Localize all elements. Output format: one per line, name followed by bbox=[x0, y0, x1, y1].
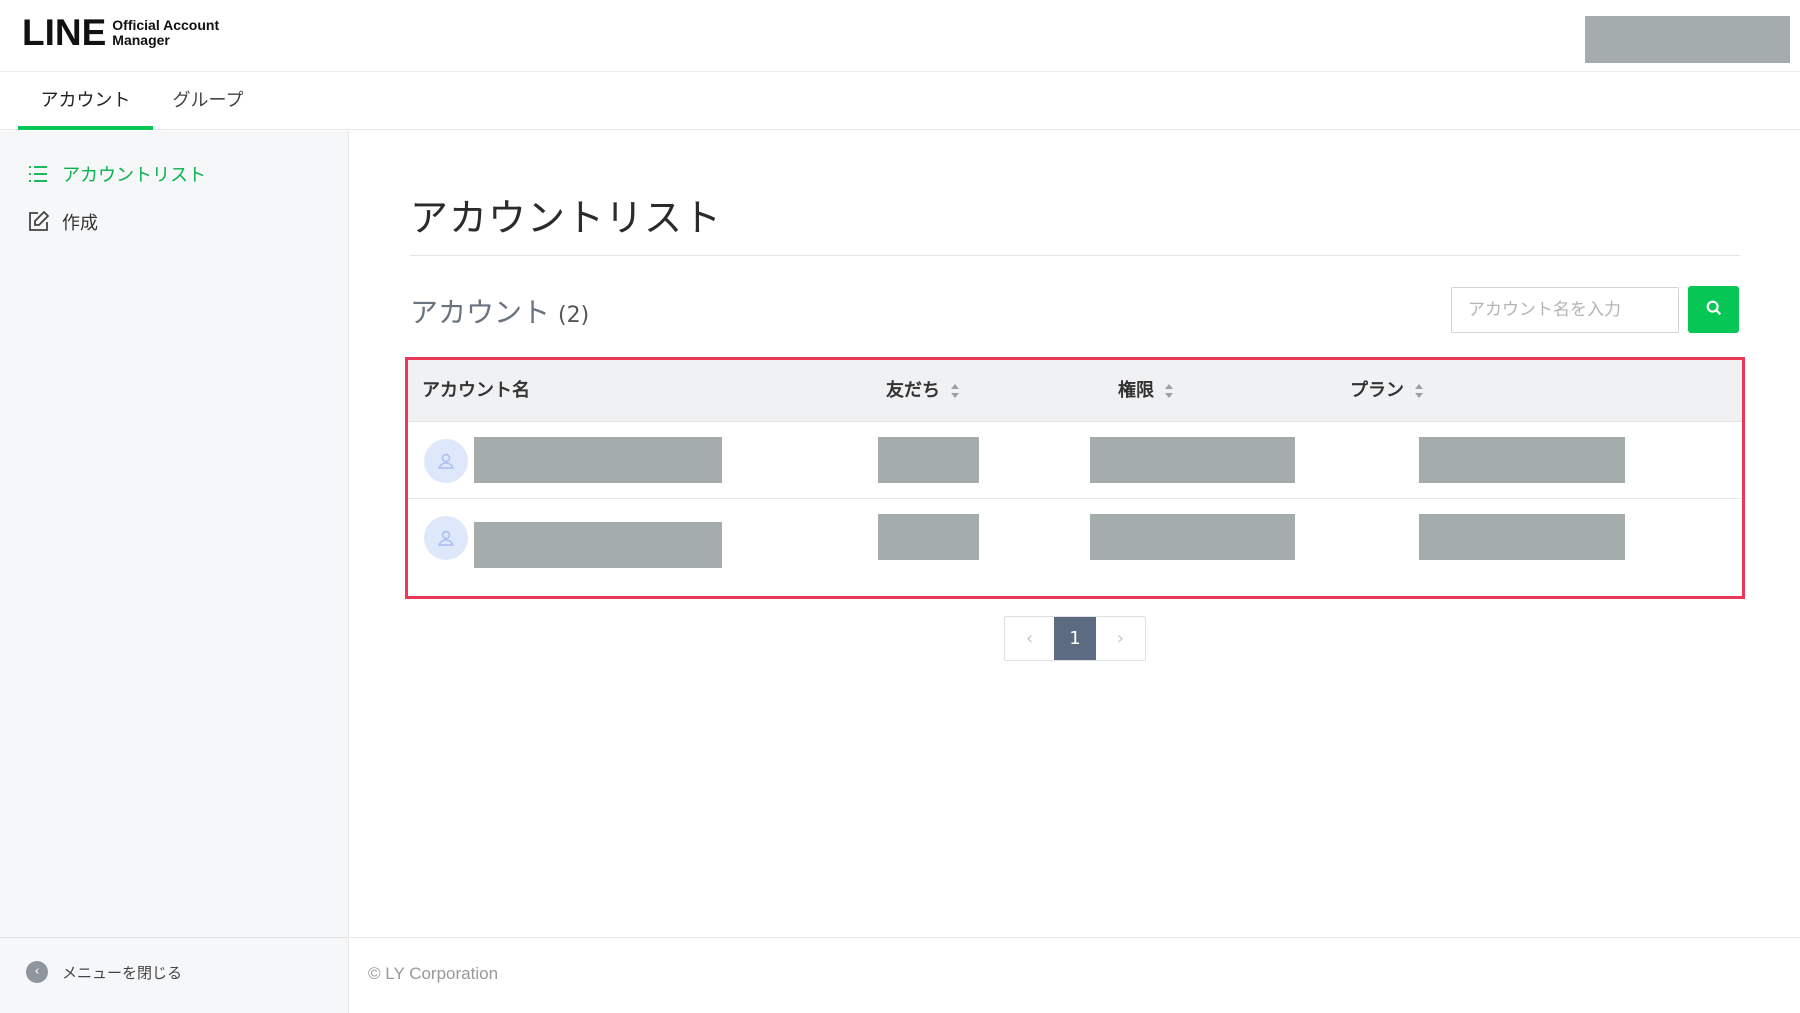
column-header-friends[interactable]: 友だち bbox=[886, 360, 960, 422]
edit-icon bbox=[26, 210, 50, 234]
sidebar-item-account-list[interactable]: アカウントリスト bbox=[26, 161, 206, 187]
permission-redacted bbox=[1090, 437, 1295, 483]
tab-accounts[interactable]: アカウント bbox=[18, 72, 153, 130]
user-icon bbox=[437, 453, 455, 469]
list-icon bbox=[26, 162, 50, 186]
table-row[interactable] bbox=[408, 500, 1742, 576]
account-count: (2) bbox=[558, 303, 590, 328]
pagination: ‹ 1 › bbox=[1004, 616, 1146, 661]
close-menu-label: メニューを閉じる bbox=[62, 963, 183, 982]
next-page-button[interactable]: › bbox=[1096, 617, 1145, 660]
sidebar-item-create[interactable]: 作成 bbox=[26, 209, 98, 235]
account-name-redacted[interactable] bbox=[474, 522, 722, 568]
search-button[interactable] bbox=[1688, 286, 1739, 333]
plan-redacted bbox=[1419, 514, 1625, 560]
logo-subtitle: Official Account Manager bbox=[112, 16, 220, 48]
logo-subtitle-line1: Official Account bbox=[112, 16, 220, 33]
search-icon bbox=[1705, 299, 1723, 320]
avatar bbox=[424, 439, 468, 483]
column-header-permission[interactable]: 権限 bbox=[1118, 360, 1174, 422]
friends-count-redacted bbox=[878, 514, 979, 560]
line-oam-logo[interactable]: LINE Official Account Manager bbox=[22, 14, 219, 51]
close-menu-button[interactable]: ‹ メニューを閉じる bbox=[26, 961, 182, 983]
table-row[interactable] bbox=[408, 423, 1742, 499]
top-tabs: アカウント グループ bbox=[0, 72, 1800, 130]
top-header: LINE Official Account Manager bbox=[0, 0, 1800, 72]
user-icon bbox=[437, 530, 455, 546]
friends-count-redacted bbox=[878, 437, 979, 483]
copyright-text: © LY Corporation bbox=[368, 964, 499, 983]
sidebar-item-label: 作成 bbox=[62, 213, 98, 234]
column-label: アカウント名 bbox=[422, 380, 530, 401]
page-number-current[interactable]: 1 bbox=[1054, 617, 1096, 660]
column-label: 友だち bbox=[886, 380, 940, 401]
column-header-plan[interactable]: プラン bbox=[1350, 360, 1424, 422]
section-title: アカウント (2) bbox=[410, 291, 589, 331]
table-header: アカウント名 友だち 権限 プラン bbox=[408, 360, 1742, 422]
accounts-table: アカウント名 友だち 権限 プラン bbox=[405, 357, 1745, 599]
account-name-redacted[interactable] bbox=[474, 437, 722, 483]
sidebar: アカウントリスト 作成 ‹ メニューを閉じる bbox=[0, 131, 349, 1013]
search-input[interactable] bbox=[1451, 287, 1679, 333]
tab-groups[interactable]: グループ bbox=[153, 72, 263, 130]
column-label: 権限 bbox=[1118, 380, 1154, 401]
prev-page-button[interactable]: ‹ bbox=[1005, 617, 1054, 660]
page-footer: © LY Corporation bbox=[350, 937, 1800, 1013]
plan-redacted bbox=[1419, 437, 1625, 483]
sort-icon[interactable] bbox=[1414, 383, 1424, 399]
divider bbox=[410, 255, 1740, 256]
logo-subtitle-line2: Manager bbox=[112, 31, 170, 48]
column-label: プラン bbox=[1350, 380, 1404, 401]
column-header-account-name: アカウント名 bbox=[422, 360, 530, 422]
main-content: アカウントリスト アカウント (2) アカウント名 友だち 権限 bbox=[350, 131, 1800, 937]
sort-icon[interactable] bbox=[1164, 383, 1174, 399]
logo-wordmark: LINE bbox=[22, 12, 107, 53]
section-title-text: アカウント bbox=[410, 296, 551, 329]
sidebar-footer: ‹ メニューを閉じる bbox=[0, 937, 349, 1013]
page-title: アカウントリスト bbox=[410, 196, 723, 240]
user-menu-redacted[interactable] bbox=[1585, 16, 1790, 63]
chevron-left-icon: ‹ bbox=[26, 961, 48, 983]
sort-icon[interactable] bbox=[950, 383, 960, 399]
sidebar-item-label: アカウントリスト bbox=[62, 165, 206, 186]
avatar bbox=[424, 516, 468, 560]
permission-redacted bbox=[1090, 514, 1295, 560]
